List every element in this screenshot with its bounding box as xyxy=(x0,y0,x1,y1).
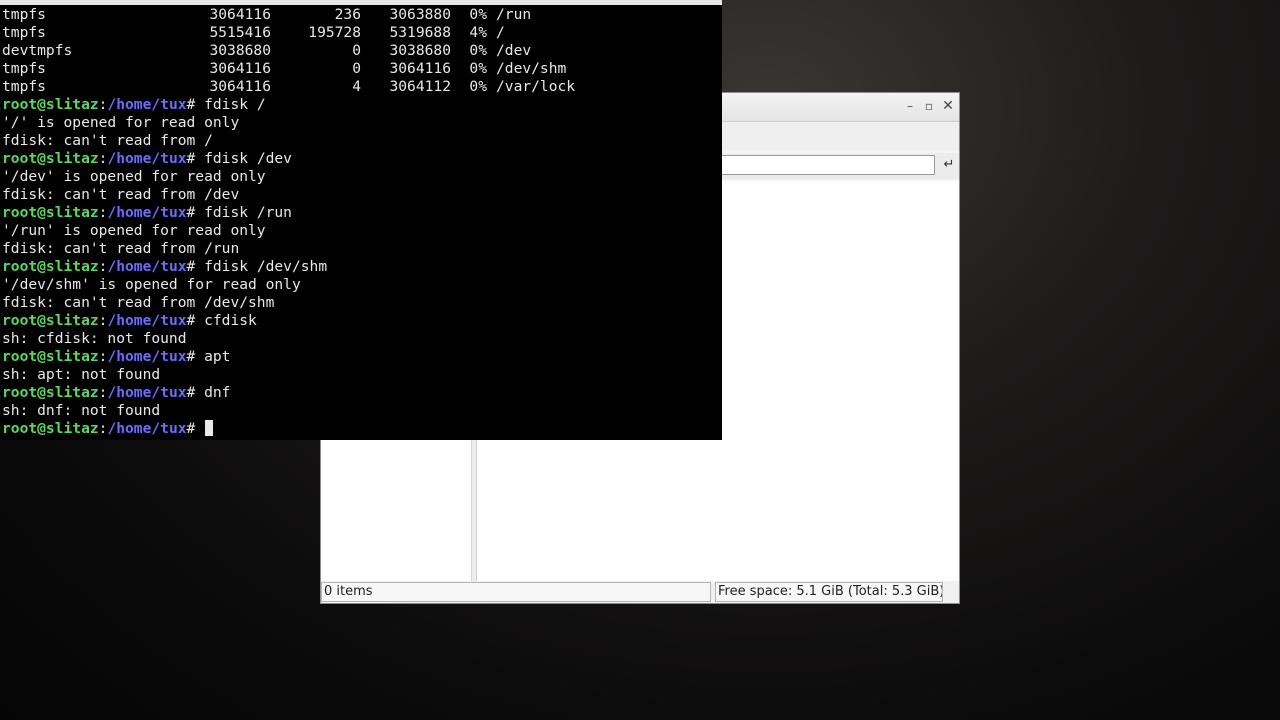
df-row: tmpfs 3064116 4 3064112 0% /var/lock xyxy=(2,78,718,96)
command-text: fdisk / xyxy=(204,96,266,113)
df-size: 3064116 xyxy=(209,6,271,23)
terminal-window[interactable]: tmpfs 3064116 236 3063880 0% /run tmpfs 5515416… xyxy=(0,0,722,440)
prompt-hash: # xyxy=(186,420,205,437)
output-line: fdisk: can't read from /dev xyxy=(2,186,240,203)
prompt-user: root@slitaz xyxy=(2,150,99,167)
command-text: fdisk /dev/shm xyxy=(204,258,328,275)
prompt-path: /home/tux xyxy=(107,348,187,365)
df-use-percent: 0% xyxy=(469,42,487,59)
prompt-user: root@slitaz xyxy=(2,96,99,113)
df-available: 5319688 xyxy=(389,24,451,41)
prompt-line: root@slitaz:/home/tux# fdisk /dev/shm xyxy=(2,258,718,276)
terminal-output[interactable]: tmpfs 3064116 236 3063880 0% /run tmpfs 5515416… xyxy=(2,6,718,438)
command-text: fdisk /dev xyxy=(204,150,292,167)
df-size: 5515416 xyxy=(209,24,271,41)
df-used: 236 xyxy=(334,6,361,23)
df-filesystem: tmpfs xyxy=(2,78,46,95)
prompt-line: root@slitaz:/home/tux# cfdisk xyxy=(2,312,718,330)
prompt-path: /home/tux xyxy=(107,420,187,437)
df-filesystem: devtmpfs xyxy=(2,42,73,59)
go-icon[interactable]: ↵ xyxy=(940,156,958,174)
df-size: 3038680 xyxy=(209,42,271,59)
df-mount: /dev/shm xyxy=(496,60,567,77)
close-icon[interactable]: ✕ xyxy=(941,99,955,113)
df-used: 195728 xyxy=(308,24,361,41)
command-text: fdisk /run xyxy=(204,204,292,221)
prompt-user: root@slitaz xyxy=(2,348,99,365)
prompt-hash: # xyxy=(186,384,205,401)
prompt-line: root@slitaz:/home/tux# fdisk / xyxy=(2,96,718,114)
prompt-line: root@slitaz:/home/tux# dnf xyxy=(2,384,718,402)
df-available: 3064116 xyxy=(389,60,451,77)
df-use-percent: 4% xyxy=(469,24,487,41)
output-line: sh: dnf: not found xyxy=(2,402,161,419)
output-line: fdisk: can't read from /dev/shm xyxy=(2,294,275,311)
df-available: 3063880 xyxy=(389,6,451,23)
maximize-icon[interactable]: ▫ xyxy=(922,99,936,113)
prompt-line: root@slitaz:/home/tux# fdisk /run xyxy=(2,204,718,222)
minimize-icon[interactable]: – xyxy=(903,99,917,113)
df-mount: /run xyxy=(496,6,532,23)
df-row: tmpfs 3064116 0 3064116 0% /dev/shm xyxy=(2,60,718,78)
prompt-hash: # xyxy=(186,312,205,329)
df-mount: / xyxy=(496,24,505,41)
terminal-titlebar-edge xyxy=(0,0,722,5)
prompt-hash: # xyxy=(186,258,205,275)
output-line: '/dev/shm' is opened for read only xyxy=(2,276,301,293)
df-filesystem: tmpfs xyxy=(2,60,46,77)
df-use-percent: 0% xyxy=(469,78,487,95)
prompt-path: /home/tux xyxy=(107,204,187,221)
prompt-user: root@slitaz xyxy=(2,420,99,437)
prompt-user: root@slitaz xyxy=(2,258,99,275)
status-bar: 0 items Free space: 5.1 GiB (Total: 5.3 … xyxy=(321,581,959,603)
prompt-user: root@slitaz xyxy=(2,204,99,221)
text-cursor[interactable] xyxy=(205,420,214,436)
prompt-hash: # xyxy=(186,150,205,167)
command-text: cfdisk xyxy=(204,312,257,329)
df-mount: /dev xyxy=(496,42,532,59)
command-text: apt xyxy=(204,348,231,365)
output-line: '/' is opened for read only xyxy=(2,114,240,131)
df-filesystem: tmpfs xyxy=(2,6,46,23)
prompt-user: root@slitaz xyxy=(2,312,99,329)
prompt-path: /home/tux xyxy=(107,96,187,113)
df-filesystem: tmpfs xyxy=(2,24,46,41)
df-row: tmpfs 5515416 195728 5319688 4% / xyxy=(2,24,718,42)
prompt-line: root@slitaz:/home/tux# apt xyxy=(2,348,718,366)
df-size: 3064116 xyxy=(209,60,271,77)
prompt-user: root@slitaz xyxy=(2,384,99,401)
output-line: fdisk: can't read from /run xyxy=(2,240,240,257)
prompt-path: /home/tux xyxy=(107,258,187,275)
df-used: 4 xyxy=(352,78,361,95)
df-use-percent: 0% xyxy=(469,60,487,77)
current-prompt-line[interactable]: root@slitaz:/home/tux# xyxy=(2,420,718,438)
df-available: 3064112 xyxy=(389,78,451,95)
output-line: sh: cfdisk: not found xyxy=(2,330,187,347)
df-size: 3064116 xyxy=(209,78,271,95)
prompt-hash: # xyxy=(186,204,205,221)
df-use-percent: 0% xyxy=(469,6,487,23)
prompt-path: /home/tux xyxy=(107,150,187,167)
item-count: 0 items xyxy=(321,582,711,602)
command-text: dnf xyxy=(204,384,231,401)
prompt-hash: # xyxy=(186,348,205,365)
prompt-path: /home/tux xyxy=(107,384,187,401)
df-mount: /var/lock xyxy=(496,78,576,95)
df-row: devtmpfs 3038680 0 3038680 0% /dev xyxy=(2,42,718,60)
output-line: sh: apt: not found xyxy=(2,366,161,383)
df-used: 0 xyxy=(352,42,361,59)
df-used: 0 xyxy=(352,60,361,77)
output-line: '/run' is opened for read only xyxy=(2,222,266,239)
df-available: 3038680 xyxy=(389,42,451,59)
free-space: Free space: 5.1 GiB (Total: 5.3 GiB) xyxy=(715,582,943,602)
output-line: '/dev' is opened for read only xyxy=(2,168,266,185)
prompt-line: root@slitaz:/home/tux# fdisk /dev xyxy=(2,150,718,168)
df-row: tmpfs 3064116 236 3063880 0% /run xyxy=(2,6,718,24)
prompt-hash: # xyxy=(186,96,205,113)
prompt-path: /home/tux xyxy=(107,312,187,329)
output-line: fdisk: can't read from / xyxy=(2,132,213,149)
